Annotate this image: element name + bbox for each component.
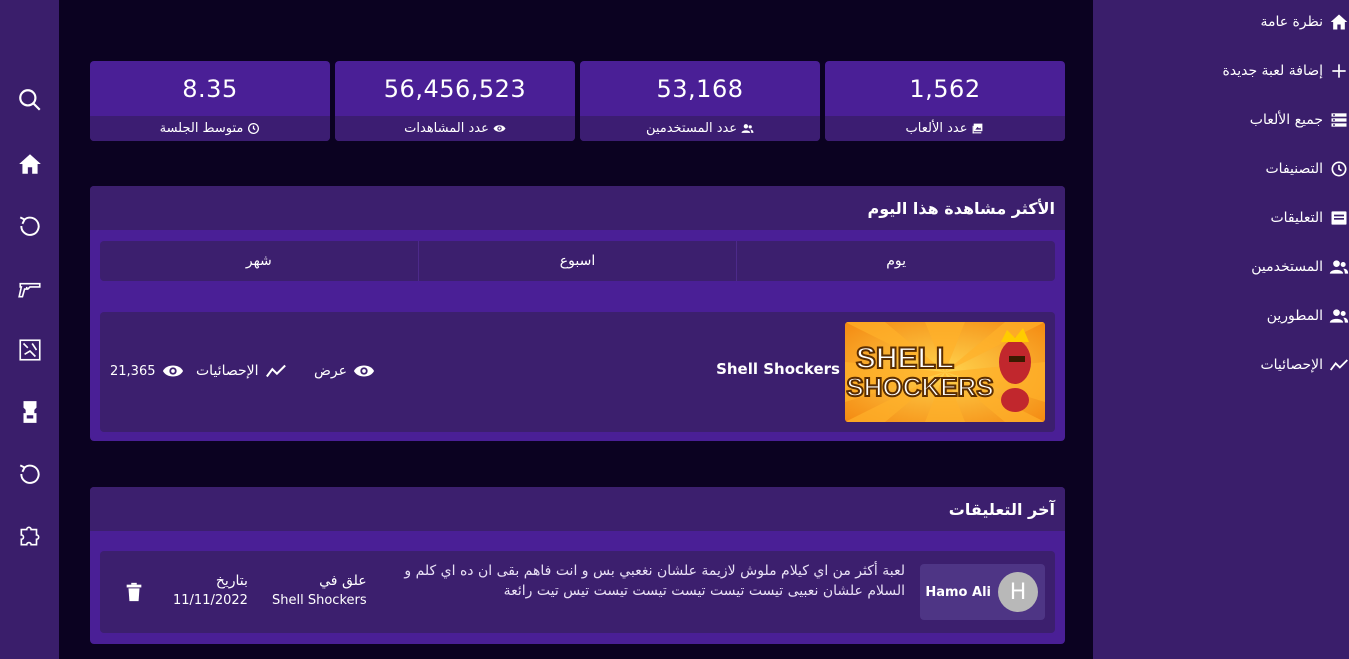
sidebar-item-label: جميع الألعاب (1249, 112, 1323, 128)
sidebar: نظرة عامة إضافة لعبة جديدة جميع الألعاب … (1093, 0, 1349, 659)
left-icon-rail (0, 0, 59, 659)
stat-label-row: متوسط الجلسة (90, 116, 330, 141)
sidebar-item-add-game[interactable]: إضافة لعبة جديدة (1223, 56, 1349, 86)
comment-user[interactable]: H Hamo Ali (920, 564, 1045, 620)
developers-icon (1329, 309, 1349, 323)
game-thumbnail[interactable]: SHELL SHOCKERS (845, 322, 1045, 422)
sidebar-item-label: التعليقات (1270, 210, 1323, 226)
stats-icon (1329, 359, 1348, 371)
avatar: H (998, 572, 1038, 612)
home-icon[interactable] (15, 149, 45, 179)
game-title[interactable]: Shell Shockers (716, 360, 840, 378)
period-tabs: يوم اسبوع شهر (100, 241, 1055, 281)
users-icon (1329, 260, 1349, 274)
arcade-icon[interactable] (15, 397, 45, 427)
tab-day[interactable]: يوم (736, 241, 1055, 281)
views-count: 21,365 (110, 360, 184, 382)
stat-label-row: عدد الألعاب (825, 116, 1065, 141)
image-icon (973, 123, 983, 134)
stats-cards: 1,562 عدد الألعاب 53,168 عدد المستخدمين … (90, 61, 1065, 141)
commented-on-label: علق في (319, 573, 367, 589)
game-row: SHELL SHOCKERS Shell Shockers عرض الإحصا… (100, 312, 1055, 432)
stat-card-games: 1,562 عدد الألعاب (825, 61, 1065, 141)
sidebar-item-overview[interactable]: نظرة عامة (1260, 7, 1349, 37)
eye-icon (353, 365, 375, 377)
users-icon (741, 124, 754, 133)
panel-title: الأكثر مشاهدة هذا اليوم (90, 186, 1065, 230)
refresh-icon[interactable] (15, 211, 45, 241)
views-value: 21,365 (110, 363, 156, 379)
delete-comment-button[interactable] (123, 581, 145, 603)
sidebar-item-developers[interactable]: المطورين (1267, 301, 1349, 331)
history-icon[interactable] (15, 459, 45, 489)
stat-label: عدد الألعاب (905, 121, 968, 136)
stat-label: متوسط الجلسة (159, 121, 244, 136)
sidebar-item-all-games[interactable]: جميع الألعاب (1250, 105, 1349, 135)
view-label: عرض (314, 363, 348, 379)
stats-icon (265, 364, 286, 378)
stat-label-row: عدد المستخدمين (580, 116, 820, 141)
comment-date: بتاريخ 11/11/2022 (173, 571, 248, 611)
eye-icon (493, 125, 506, 132)
stat-label-row: عدد المشاهدات (335, 116, 575, 141)
comment-row: H Hamo Ali لعبة أكثر من اي كيلام ملوش لا… (100, 551, 1055, 633)
sidebar-item-label: نظرة عامة (1260, 14, 1323, 30)
latest-comments-panel: آخر التعليقات H Hamo Ali لعبة أكثر من اي… (90, 487, 1065, 644)
view-button[interactable]: عرض (314, 360, 375, 382)
stat-label: عدد المشاهدات (404, 121, 489, 136)
sidebar-item-label: المطورين (1266, 308, 1323, 324)
date-label: بتاريخ (215, 573, 248, 589)
main-content: 1,562 عدد الألعاب 53,168 عدد المستخدمين … (90, 0, 1065, 659)
sidebar-item-label: المستخدمين (1251, 259, 1323, 275)
map-icon[interactable] (15, 335, 45, 365)
sidebar-item-label: إضافة لعبة جديدة (1222, 63, 1323, 79)
tab-month[interactable]: شهر (100, 241, 418, 281)
sidebar-item-categories[interactable]: التصنيفات (1266, 154, 1349, 184)
stats-label: الإحصائيات (196, 363, 259, 379)
sidebar-item-statistics[interactable]: الإحصائيات (1260, 350, 1349, 380)
stat-card-views: 56,456,523 عدد المشاهدات (335, 61, 575, 141)
clock-icon (248, 122, 260, 135)
comments-icon (1331, 211, 1347, 225)
home-icon (1330, 14, 1348, 30)
eye-icon (162, 365, 183, 377)
plus-icon (1332, 64, 1346, 78)
stat-card-users: 53,168 عدد المستخدمين (580, 61, 820, 141)
tab-week[interactable]: اسبوع (417, 241, 737, 281)
sidebar-item-label: الإحصائيات (1260, 357, 1323, 373)
panel-title: آخر التعليقات (90, 487, 1065, 531)
date-value: 11/11/2022 (173, 593, 248, 608)
list-icon (1331, 113, 1347, 127)
sidebar-item-comments[interactable]: التعليقات (1270, 203, 1349, 233)
thumb-logo-line-2: SHOCKERS (846, 372, 993, 402)
commented-on: علق في Shell Shockers (272, 571, 367, 611)
commented-on-value[interactable]: Shell Shockers (272, 591, 367, 611)
stat-label: عدد المستخدمين (645, 121, 738, 136)
thumb-logo-line-1: SHELL (856, 342, 954, 375)
trash-icon (126, 582, 142, 602)
puzzle-icon[interactable] (15, 521, 45, 551)
gun-icon[interactable] (15, 273, 45, 303)
user-name: Hamo Ali (925, 584, 991, 600)
stat-value: 56,456,523 (383, 74, 527, 103)
clock-icon (1331, 161, 1347, 177)
sidebar-item-users[interactable]: المستخدمين (1251, 252, 1349, 282)
comment-text: لعبة أكثر من اي كيلام ملوش لازيمة علشان … (404, 563, 905, 599)
stat-card-session: 8.35 متوسط الجلسة (90, 61, 330, 141)
most-viewed-panel: الأكثر مشاهدة هذا اليوم يوم اسبوع شهر SH… (90, 186, 1065, 441)
stat-value: 53,168 (656, 74, 744, 103)
stats-button[interactable]: الإحصائيات (196, 360, 287, 382)
stat-value: 8.35 (182, 74, 238, 103)
search-icon[interactable] (15, 85, 45, 115)
sidebar-item-label: التصنيفات (1265, 161, 1324, 177)
stat-value: 1,562 (909, 74, 981, 103)
